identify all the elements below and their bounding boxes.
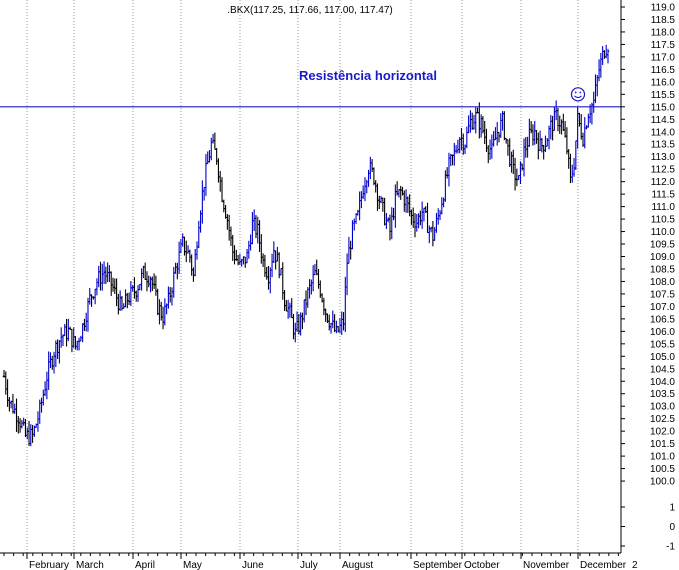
- y-tick-label: 115.5: [651, 90, 676, 101]
- y-tick-label: 117.0: [651, 52, 676, 63]
- x-tick-label: March: [76, 560, 104, 570]
- y-tick-label: 115.0: [651, 102, 676, 113]
- y-tick-label: 102.0: [650, 427, 675, 438]
- y-tick-label: 112.5: [651, 165, 676, 176]
- x-tick-label: May: [183, 560, 202, 570]
- y-tick-label: 106.5: [650, 314, 675, 325]
- smiley-eye: [579, 91, 582, 94]
- y-tick-label: 114.0: [651, 127, 676, 138]
- y-tick-label: 110.5: [651, 215, 676, 226]
- y-tick-label: 116.0: [651, 77, 676, 88]
- y-tick-label: 107.5: [650, 289, 675, 300]
- y-tick-label: -1: [666, 542, 675, 553]
- y-tick-label: 107.0: [650, 302, 675, 313]
- y-tick-label: 118.5: [651, 15, 676, 26]
- smiley-eye: [574, 91, 577, 94]
- y-tick-label: 111.5: [651, 190, 675, 201]
- y-tick-label: 108.0: [650, 277, 675, 288]
- x-tick-label: July: [300, 560, 318, 570]
- y-tick-label: 117.5: [651, 40, 676, 51]
- y-tick-label: 110.0: [651, 227, 676, 238]
- y-tick-label: 104.5: [650, 364, 675, 375]
- y-tick-label: 103.0: [650, 402, 675, 413]
- y-tick-label: 119.0: [651, 3, 676, 14]
- y-tick-label: 102.5: [650, 414, 675, 425]
- y-tick-label: 105.5: [650, 339, 675, 350]
- y-tick-label: 101.5: [650, 439, 675, 450]
- y-tick-label: 113.0: [651, 152, 676, 163]
- x-tick-label: August: [342, 560, 373, 570]
- y-tick-label: 100.5: [650, 464, 675, 475]
- y-tick-label: 113.5: [651, 140, 676, 151]
- y-tick-label: 118.0: [651, 27, 676, 38]
- y-tick-label: 104.0: [650, 377, 675, 388]
- y-tick-label: 108.5: [650, 264, 675, 275]
- annotation-label: Resistência horizontal: [299, 68, 437, 83]
- y-tick-label: 105.0: [650, 352, 675, 363]
- chart-container: Resistência horizontal 119.0 118.5 118.0 11…: [0, 0, 679, 570]
- y-tick-label: 114.5: [651, 115, 676, 126]
- x-tick-label: December: [580, 560, 627, 570]
- chart-title: .BKX(117.25, 117.66, 117.00, 117.47): [227, 5, 393, 16]
- x-tick-label: November: [523, 560, 570, 570]
- x-tick-label: February: [29, 560, 69, 570]
- y-tick-label: 100.0: [650, 477, 675, 488]
- ohlc-chart: Resistência horizontal 119.0118.5118.011…: [0, 0, 679, 570]
- x-tick-label: June: [242, 560, 264, 570]
- y-tick-label: 1: [669, 503, 675, 514]
- x-tick-label: 2: [632, 560, 638, 570]
- y-tick-label: 111.0: [651, 202, 675, 213]
- y-tick-label: 109.5: [650, 240, 675, 251]
- y-tick-label: 101.0: [650, 452, 675, 463]
- y-tick-label: 103.5: [650, 389, 675, 400]
- y-tick-label: 109.0: [650, 252, 675, 263]
- y-tick-label: 112.0: [651, 177, 676, 188]
- y-tick-label: 106.0: [650, 327, 675, 338]
- x-tick-label: September: [413, 560, 463, 570]
- x-tick-label: April: [135, 560, 155, 570]
- x-tick-label: October: [464, 560, 500, 570]
- smiley-face: [570, 87, 586, 102]
- y-tick-label: 0: [669, 522, 675, 533]
- smiley-icon: [570, 87, 586, 102]
- y-tick-label: 116.5: [651, 65, 676, 76]
